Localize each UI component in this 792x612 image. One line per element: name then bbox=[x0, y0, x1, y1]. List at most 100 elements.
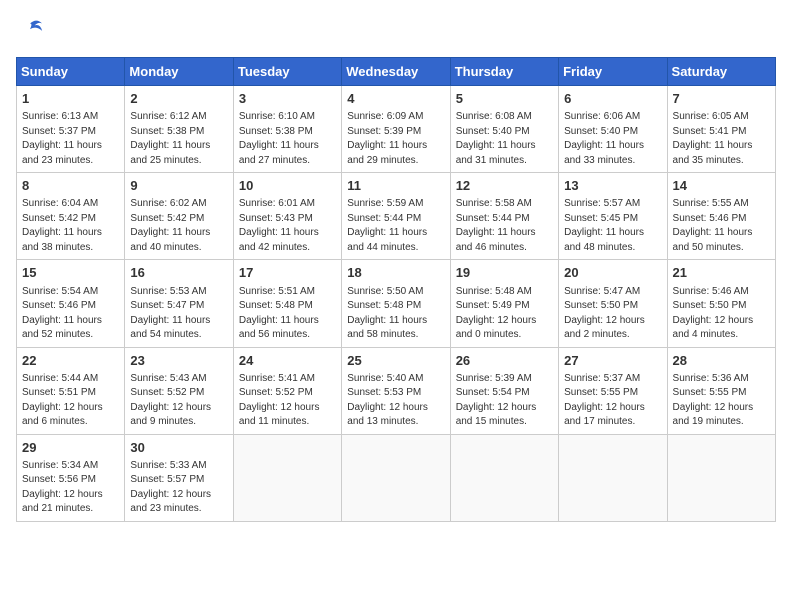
day-number: 12 bbox=[456, 177, 553, 195]
day-number: 27 bbox=[564, 352, 661, 370]
day-number: 19 bbox=[456, 264, 553, 282]
calendar-cell: 21 Sunrise: 5:46 AMSunset: 5:50 PMDayligh… bbox=[667, 260, 775, 347]
day-info: Sunrise: 5:50 AMSunset: 5:48 PMDaylight:… bbox=[347, 285, 444, 343]
calendar-week-2: 8 Sunrise: 6:04 AMSunset: 5:42 PMDaylight… bbox=[17, 173, 776, 260]
weekday-header-tuesday: Tuesday bbox=[233, 58, 341, 86]
day-info: Sunrise: 6:05 AMSunset: 5:41 PMDaylight:… bbox=[673, 110, 770, 168]
calendar-cell: 4Sunrise: 6:09 AMSunset: 5:39 PMDaylight… bbox=[342, 86, 450, 173]
day-number: 23 bbox=[130, 352, 227, 370]
calendar-cell bbox=[559, 434, 667, 521]
day-number: 30 bbox=[130, 439, 227, 457]
day-info: Sunrise: 6:10 AMSunset: 5:38 PMDaylight:… bbox=[239, 110, 336, 168]
weekday-header-monday: Monday bbox=[125, 58, 233, 86]
calendar-cell: 26 Sunrise: 5:39 AMSunset: 5:54 PMDayligh… bbox=[450, 347, 558, 434]
day-info: Sunrise: 5:59 AMSunset: 5:44 PMDaylight:… bbox=[347, 197, 444, 255]
day-info: Sunrise: 6:12 AMSunset: 5:38 PMDaylight:… bbox=[130, 110, 227, 168]
day-info: Sunrise: 5:40 AMSunset: 5:53 PMDaylight:… bbox=[347, 372, 444, 430]
calendar-cell bbox=[450, 434, 558, 521]
day-number: 1 bbox=[22, 90, 119, 108]
day-number: 21 bbox=[673, 264, 770, 282]
weekday-header-friday: Friday bbox=[559, 58, 667, 86]
weekday-header-wednesday: Wednesday bbox=[342, 58, 450, 86]
weekday-header-thursday: Thursday bbox=[450, 58, 558, 86]
day-number: 26 bbox=[456, 352, 553, 370]
calendar-week-4: 22Sunrise: 5:44 AMSunset: 5:51 PMDayligh… bbox=[17, 347, 776, 434]
day-info: Sunrise: 5:48 AMSunset: 5:49 PMDaylight:… bbox=[456, 285, 553, 343]
weekday-header-saturday: Saturday bbox=[667, 58, 775, 86]
calendar-cell: 15 Sunrise: 5:54 AMSunset: 5:46 PMDayligh… bbox=[17, 260, 125, 347]
logo bbox=[16, 16, 46, 49]
day-info: Sunrise: 5:44 AMSunset: 5:51 PMDaylight:… bbox=[22, 372, 119, 430]
calendar-table: SundayMondayTuesdayWednesdayThursdayFrid… bbox=[16, 57, 776, 522]
day-info: Sunrise: 6:04 AMSunset: 5:42 PMDaylight:… bbox=[22, 197, 119, 255]
calendar-cell: 13 Sunrise: 5:57 AMSunset: 5:45 PMDayligh… bbox=[559, 173, 667, 260]
calendar-cell: 14 Sunrise: 5:55 AMSunset: 5:46 PMDayligh… bbox=[667, 173, 775, 260]
day-number: 2 bbox=[130, 90, 227, 108]
calendar-cell: 7 Sunrise: 6:05 AMSunset: 5:41 PMDaylight… bbox=[667, 86, 775, 173]
calendar-cell: 25 Sunrise: 5:40 AMSunset: 5:53 PMDayligh… bbox=[342, 347, 450, 434]
calendar-cell: 18 Sunrise: 5:50 AMSunset: 5:48 PMDayligh… bbox=[342, 260, 450, 347]
day-info: Sunrise: 6:06 AMSunset: 5:40 PMDaylight:… bbox=[564, 110, 661, 168]
day-number: 24 bbox=[239, 352, 336, 370]
day-info: Sunrise: 5:58 AMSunset: 5:44 PMDaylight:… bbox=[456, 197, 553, 255]
day-number: 14 bbox=[673, 177, 770, 195]
day-number: 8 bbox=[22, 177, 119, 195]
calendar-cell: 9 Sunrise: 6:02 AMSunset: 5:42 PMDaylight… bbox=[125, 173, 233, 260]
weekday-header-sunday: Sunday bbox=[17, 58, 125, 86]
calendar-cell: 30 Sunrise: 5:33 AMSunset: 5:57 PMDayligh… bbox=[125, 434, 233, 521]
calendar-cell: 3 Sunrise: 6:10 AMSunset: 5:38 PMDaylight… bbox=[233, 86, 341, 173]
calendar-cell: 27 Sunrise: 5:37 AMSunset: 5:55 PMDayligh… bbox=[559, 347, 667, 434]
day-info: Sunrise: 5:43 AMSunset: 5:52 PMDaylight:… bbox=[130, 372, 227, 430]
calendar-cell: 22Sunrise: 5:44 AMSunset: 5:51 PMDayligh… bbox=[17, 347, 125, 434]
calendar-cell bbox=[233, 434, 341, 521]
day-number: 3 bbox=[239, 90, 336, 108]
day-number: 7 bbox=[673, 90, 770, 108]
page-header bbox=[16, 16, 776, 49]
calendar-cell bbox=[667, 434, 775, 521]
calendar-cell: 12 Sunrise: 5:58 AMSunset: 5:44 PMDayligh… bbox=[450, 173, 558, 260]
day-info: Sunrise: 5:55 AMSunset: 5:46 PMDaylight:… bbox=[673, 197, 770, 255]
calendar-cell: 16 Sunrise: 5:53 AMSunset: 5:47 PMDayligh… bbox=[125, 260, 233, 347]
calendar-cell: 28 Sunrise: 5:36 AMSunset: 5:55 PMDayligh… bbox=[667, 347, 775, 434]
day-info: Sunrise: 5:46 AMSunset: 5:50 PMDaylight:… bbox=[673, 285, 770, 343]
day-number: 13 bbox=[564, 177, 661, 195]
day-number: 16 bbox=[130, 264, 227, 282]
day-info: Sunrise: 5:53 AMSunset: 5:47 PMDaylight:… bbox=[130, 285, 227, 343]
calendar-week-3: 15 Sunrise: 5:54 AMSunset: 5:46 PMDayligh… bbox=[17, 260, 776, 347]
day-number: 9 bbox=[130, 177, 227, 195]
day-info: Sunrise: 5:34 AMSunset: 5:56 PMDaylight:… bbox=[22, 459, 119, 517]
calendar-week-1: 1 Sunrise: 6:13 AMSunset: 5:37 PMDaylight… bbox=[17, 86, 776, 173]
calendar-cell bbox=[342, 434, 450, 521]
day-number: 11 bbox=[347, 177, 444, 195]
calendar-cell: 23 Sunrise: 5:43 AMSunset: 5:52 PMDayligh… bbox=[125, 347, 233, 434]
day-info: Sunrise: 5:39 AMSunset: 5:54 PMDaylight:… bbox=[456, 372, 553, 430]
day-info: Sunrise: 6:09 AMSunset: 5:39 PMDaylight:… bbox=[347, 110, 444, 168]
day-number: 20 bbox=[564, 264, 661, 282]
day-number: 5 bbox=[456, 90, 553, 108]
calendar-cell: 24Sunrise: 5:41 AMSunset: 5:52 PMDayligh… bbox=[233, 347, 341, 434]
logo-icon bbox=[16, 16, 44, 44]
day-number: 28 bbox=[673, 352, 770, 370]
calendar-cell: 10Sunrise: 6:01 AMSunset: 5:43 PMDayligh… bbox=[233, 173, 341, 260]
day-info: Sunrise: 5:57 AMSunset: 5:45 PMDaylight:… bbox=[564, 197, 661, 255]
day-info: Sunrise: 5:33 AMSunset: 5:57 PMDaylight:… bbox=[130, 459, 227, 517]
day-info: Sunrise: 6:01 AMSunset: 5:43 PMDaylight:… bbox=[239, 197, 336, 255]
day-info: Sunrise: 5:54 AMSunset: 5:46 PMDaylight:… bbox=[22, 285, 119, 343]
day-info: Sunrise: 5:36 AMSunset: 5:55 PMDaylight:… bbox=[673, 372, 770, 430]
day-number: 25 bbox=[347, 352, 444, 370]
day-number: 18 bbox=[347, 264, 444, 282]
calendar-cell: 11 Sunrise: 5:59 AMSunset: 5:44 PMDayligh… bbox=[342, 173, 450, 260]
calendar-cell: 2 Sunrise: 6:12 AMSunset: 5:38 PMDaylight… bbox=[125, 86, 233, 173]
day-info: Sunrise: 6:02 AMSunset: 5:42 PMDaylight:… bbox=[130, 197, 227, 255]
day-number: 29 bbox=[22, 439, 119, 457]
calendar-week-5: 29 Sunrise: 5:34 AMSunset: 5:56 PMDayligh… bbox=[17, 434, 776, 521]
calendar-cell: 1 Sunrise: 6:13 AMSunset: 5:37 PMDaylight… bbox=[17, 86, 125, 173]
day-number: 15 bbox=[22, 264, 119, 282]
day-info: Sunrise: 6:13 AMSunset: 5:37 PMDaylight:… bbox=[22, 110, 119, 168]
calendar-cell: 29 Sunrise: 5:34 AMSunset: 5:56 PMDayligh… bbox=[17, 434, 125, 521]
calendar-cell: 8 Sunrise: 6:04 AMSunset: 5:42 PMDaylight… bbox=[17, 173, 125, 260]
calendar-cell: 5Sunrise: 6:08 AMSunset: 5:40 PMDaylight… bbox=[450, 86, 558, 173]
day-number: 6 bbox=[564, 90, 661, 108]
calendar-cell: 6 Sunrise: 6:06 AMSunset: 5:40 PMDaylight… bbox=[559, 86, 667, 173]
day-info: Sunrise: 5:37 AMSunset: 5:55 PMDaylight:… bbox=[564, 372, 661, 430]
